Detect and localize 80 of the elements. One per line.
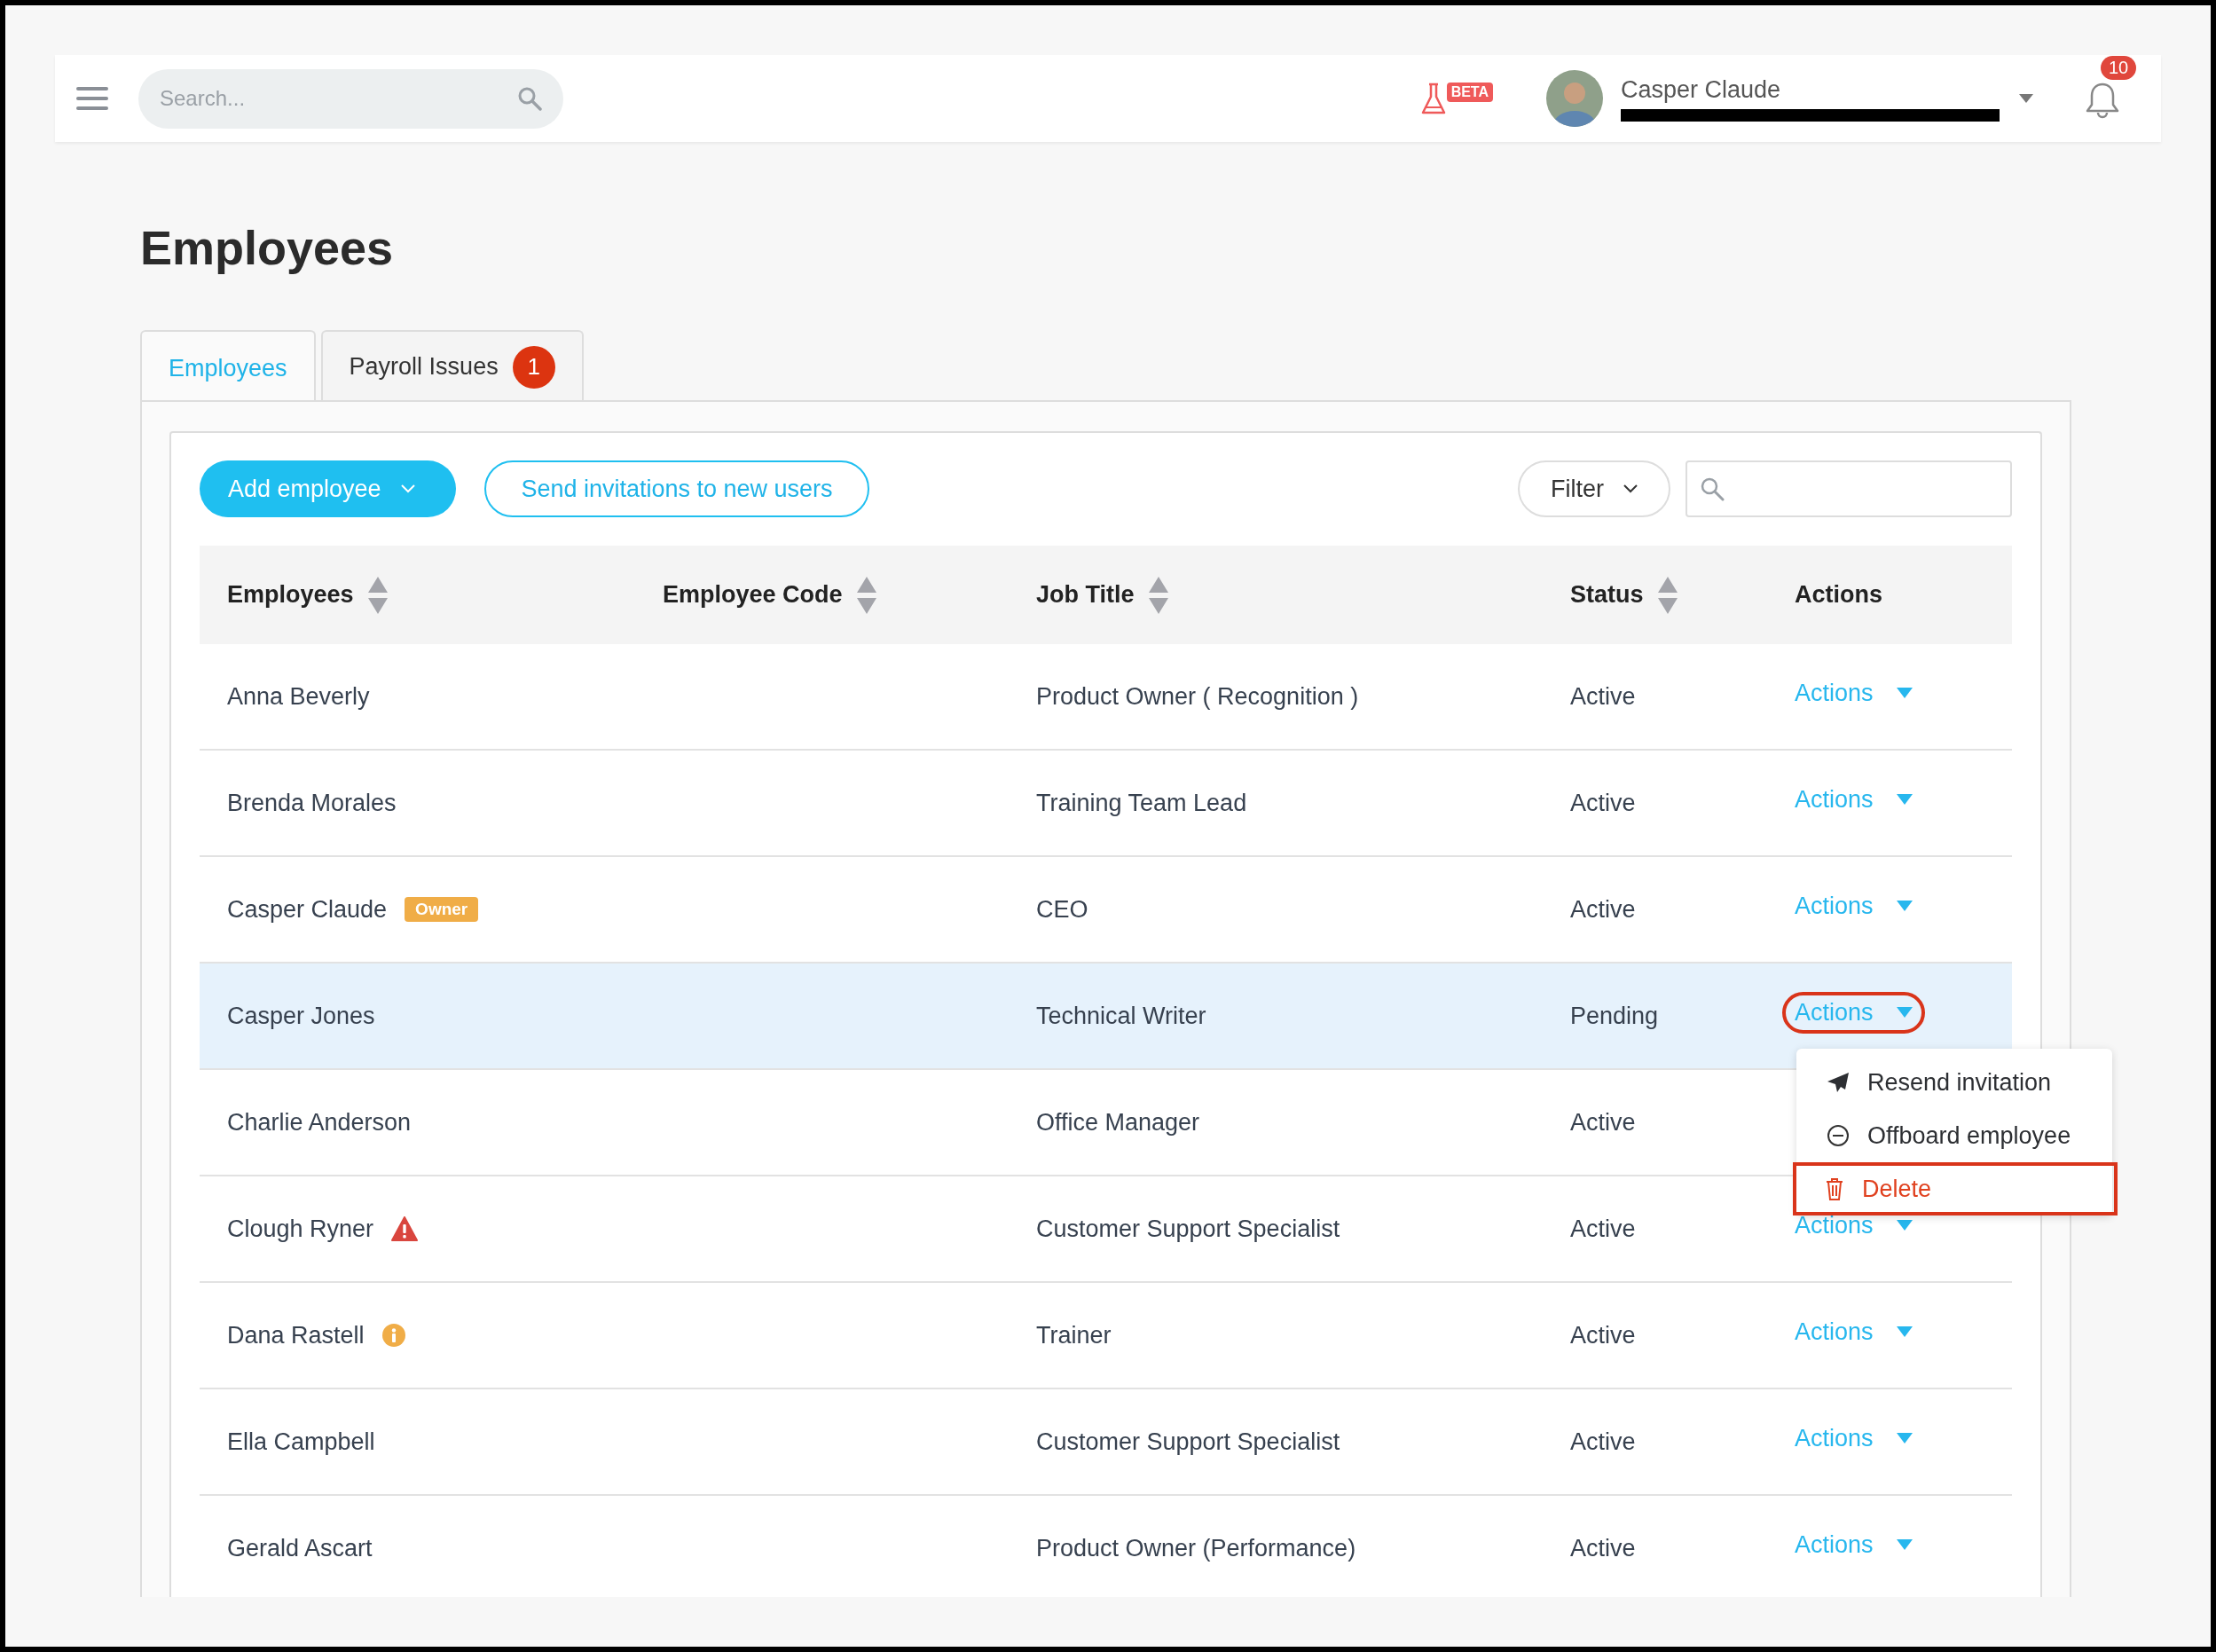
actions-dropdown[interactable]: Actions (1782, 991, 1925, 1034)
status-text: Active (1570, 682, 1636, 711)
status-text: Active (1570, 1534, 1636, 1562)
column-header[interactable]: Employees (227, 581, 354, 609)
menu-item[interactable]: Offboard employee (1796, 1109, 2112, 1162)
user-name: Casper Claude (1621, 75, 1782, 104)
table-cell: CEO (1036, 895, 1088, 924)
caret-icon (1896, 1539, 1913, 1550)
role-badge: Owner (405, 897, 479, 922)
search-field[interactable] (1686, 460, 2012, 517)
caret-icon (1896, 901, 1913, 911)
status-text: Active (1570, 1428, 1636, 1456)
menu-icon[interactable] (76, 86, 108, 111)
chevron-down-icon (400, 484, 415, 493)
table-cell: Brenda Morales (227, 789, 397, 817)
status-text: Active (1570, 895, 1636, 924)
status-text: Active (1570, 1215, 1636, 1243)
table-cell: Dana Rastell (227, 1321, 365, 1349)
table-cell: Ella Campbell (227, 1428, 375, 1456)
filter-button[interactable]: Filter (1518, 460, 1670, 517)
bell-icon[interactable] (2085, 81, 2120, 120)
info-icon[interactable] (381, 1324, 405, 1347)
table-cell: Technical Writer (1036, 1002, 1206, 1030)
status-text: Active (1570, 789, 1636, 817)
actions-dropdown[interactable]: Actions (1782, 1417, 1925, 1459)
search-icon[interactable] (517, 85, 542, 111)
sort-icon[interactable] (1148, 576, 1168, 614)
caret-icon (1896, 1220, 1913, 1231)
actions-dropdown[interactable]: Actions (1782, 1310, 1925, 1353)
trash-icon (1825, 1177, 1844, 1200)
table-cell: Clough Ryner (227, 1215, 374, 1243)
table-cell: Trainer (1036, 1321, 1112, 1349)
add-employee-button[interactable]: Add employee (200, 460, 456, 517)
caret-icon (1896, 688, 1913, 698)
table-cell: Product Owner (Performance) (1036, 1534, 1356, 1562)
table-cell: Charlie Anderson (227, 1108, 412, 1137)
menu-item[interactable]: Delete (1793, 1162, 2118, 1215)
count-badge: 1 (512, 345, 555, 389)
minus-circle-icon (1827, 1124, 1850, 1147)
table-cell: Anna Beverly (227, 682, 370, 711)
search-field[interactable]: Search... (138, 68, 563, 129)
beta-badge: BETA (1446, 83, 1493, 102)
send-invitations-button[interactable]: Send invitations to new users (484, 460, 869, 517)
status-text: Active (1570, 1108, 1636, 1137)
actions-dropdown[interactable]: Actions (1782, 778, 1925, 821)
tab[interactable]: Payroll Issues 1 (320, 330, 584, 402)
column-header[interactable]: Job Title (1036, 581, 1135, 609)
column-header[interactable]: Status (1570, 581, 1644, 609)
flask-icon[interactable] (1419, 81, 1447, 116)
page-title: Employees (140, 220, 395, 276)
table-cell: Office Manager (1036, 1108, 1200, 1137)
column-header[interactable]: Employee Code (663, 581, 843, 609)
caret-icon (1896, 1433, 1913, 1444)
chevron-down-icon (1623, 484, 1638, 493)
actions-dropdown[interactable]: Actions (1782, 885, 1925, 927)
sort-icon[interactable] (856, 576, 876, 614)
status-text: Pending (1570, 1002, 1659, 1030)
caret-icon (1896, 1007, 1913, 1018)
table-cell: Training Team Lead (1036, 789, 1247, 817)
table-cell: Gerald Ascart (227, 1534, 373, 1562)
sort-icon[interactable] (367, 576, 388, 614)
search-icon (1700, 476, 1725, 501)
actions-dropdown[interactable]: Actions (1782, 1523, 1925, 1566)
table-cell: Casper Claude (227, 895, 388, 924)
caret-icon[interactable] (2019, 94, 2033, 103)
table-cell: Product Owner ( Recognition ) (1036, 682, 1359, 711)
table-cell: Casper Jones (227, 1002, 375, 1030)
menu-item[interactable]: Resend invitation (1796, 1056, 2112, 1109)
actions-dropdown[interactable]: Actions (1782, 672, 1925, 714)
paper-plane-icon (1827, 1072, 1850, 1093)
caret-icon (1896, 794, 1913, 805)
warning-icon[interactable] (391, 1216, 419, 1241)
notification-badge: 10 (2101, 56, 2137, 80)
table-cell: Customer Support Specialist (1036, 1215, 1340, 1243)
caret-icon (1896, 1326, 1913, 1337)
column-header: Actions (1795, 581, 1882, 609)
sort-icon[interactable] (1657, 576, 1678, 614)
table-cell: Customer Support Specialist (1036, 1428, 1340, 1456)
tab[interactable]: Employees (140, 330, 316, 402)
status-text: Active (1570, 1321, 1636, 1349)
